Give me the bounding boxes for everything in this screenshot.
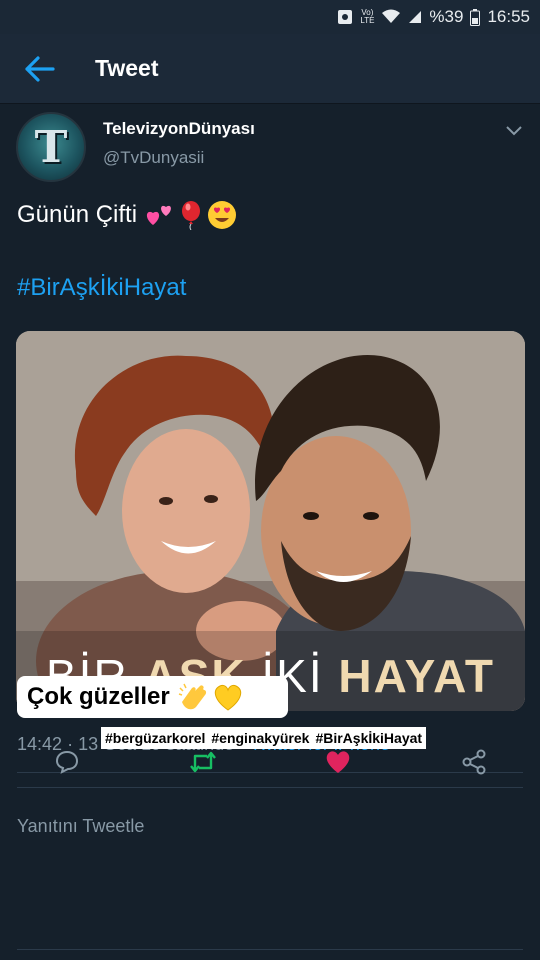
battery-icon [470,8,481,26]
reply-composer[interactable]: Yanıtını Tweetle [0,792,540,960]
like-button[interactable] [324,748,352,776]
back-button[interactable] [0,34,80,104]
retweet-icon [190,751,216,773]
app-notification-icon [337,9,353,25]
reply-input[interactable]: Yanıtını Tweetle [17,816,144,837]
tweet-emojis [145,200,237,230]
sticker-emojis [178,682,244,712]
clapping-hands-icon [178,683,206,710]
avatar[interactable]: T [16,112,86,182]
arrow-left-icon [25,55,55,82]
hashtag-link[interactable]: #BirAşkİkiHayat [17,274,186,302]
share-icon [462,749,486,775]
caption-sticker: Çok güzeller [17,676,288,718]
clock: 16:55 [487,7,530,26]
chevron-down-icon [506,126,522,136]
divider [17,787,523,788]
author-handle[interactable]: @TvDunyasii [103,148,204,168]
retweet-button[interactable] [189,748,217,776]
tweet-text-body: Günün Çifti [17,201,138,228]
tweet-options-button[interactable] [502,118,526,142]
tweet-actions [0,740,540,784]
volte-bottom-label: LTE [360,16,375,25]
battery-percent: %39 [429,7,464,26]
divider [17,949,523,950]
wifi-icon [381,9,401,25]
heart-eyes-icon [208,201,237,229]
signal-icon [408,10,422,24]
tweet-image[interactable]: BİR AŞK İKİ HAYAT [16,331,525,711]
status-bar: Vo) LTE %39 16:55 [0,0,540,34]
page-title: Tweet [95,55,159,81]
avatar-letter: T [34,121,68,173]
sticker-text: Çok güzeller [27,683,170,710]
volte-indicator: Vo) LTE [360,9,374,25]
reply-button[interactable] [53,748,81,776]
poster-word-4: HAYAT [338,650,495,702]
reply-icon [55,750,79,774]
app-bar: Tweet [0,34,540,104]
balloon-icon [182,201,201,230]
author-name[interactable]: TelevizyonDünyası [103,119,255,139]
heart-icon [326,751,350,773]
tweet-text: Günün Çifti [17,200,237,230]
two-hearts-icon [146,205,172,225]
share-button[interactable] [460,748,488,776]
yellow-heart-icon [214,684,241,711]
